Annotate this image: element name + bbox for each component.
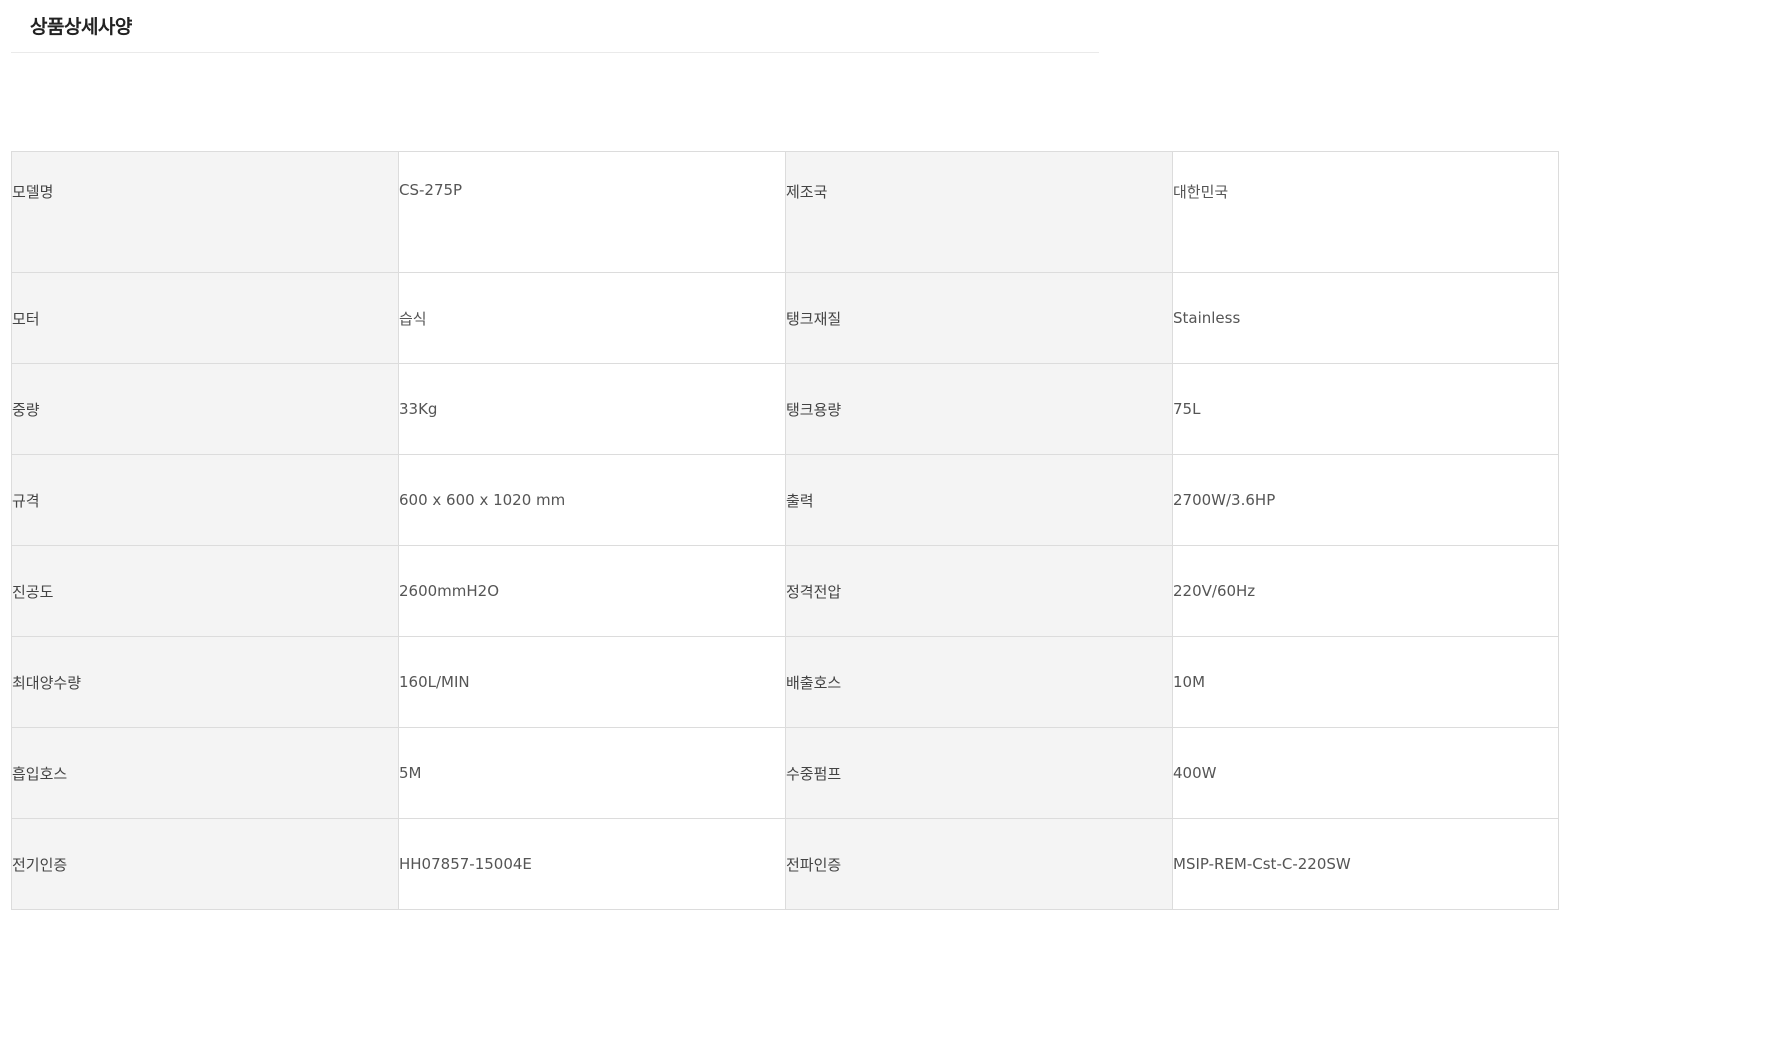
spec-value: 33Kg xyxy=(398,363,786,455)
table-row: 진공도 2600mmH2O 정격전압 220V/60Hz xyxy=(11,545,1559,637)
table-row: 모터 습식 탱크재질 Stainless xyxy=(11,272,1559,364)
spec-label: 중량 xyxy=(11,363,399,455)
section-title: 상품상세사양 xyxy=(30,16,132,38)
spec-label: 정격전압 xyxy=(785,545,1173,637)
table-row: 모델명 CS-275P 제조국 대한민국 xyxy=(11,151,1559,273)
spec-table: 모델명 CS-275P 제조국 대한민국 모터 습식 탱크재질 Stainles… xyxy=(11,151,1559,910)
table-row: 규격 600 x 600 x 1020 mm 출력 2700W/3.6HP xyxy=(11,454,1559,546)
spec-value: 2600mmH2O xyxy=(398,545,786,637)
spec-value: 2700W/3.6HP xyxy=(1172,454,1559,546)
spec-value: Stainless xyxy=(1172,272,1559,364)
spec-label: 모터 xyxy=(11,272,399,364)
spec-label: 탱크용량 xyxy=(785,363,1173,455)
spec-value: 220V/60Hz xyxy=(1172,545,1559,637)
section-header: 상품상세사양 xyxy=(11,0,1099,53)
spec-value: 600 x 600 x 1020 mm xyxy=(398,454,786,546)
spec-value: 5M xyxy=(398,727,786,819)
spec-value: 75L xyxy=(1172,363,1559,455)
spec-label: 제조국 xyxy=(785,151,1173,273)
spec-value: CS-275P xyxy=(398,151,786,273)
spec-value: 10M xyxy=(1172,636,1559,728)
spec-label: 수중펌프 xyxy=(785,727,1173,819)
spec-label: 규격 xyxy=(11,454,399,546)
spec-label: 모델명 xyxy=(11,151,399,273)
spec-value: 습식 xyxy=(398,272,786,364)
spec-label: 탱크재질 xyxy=(785,272,1173,364)
spec-value: 400W xyxy=(1172,727,1559,819)
table-row: 흡입호스 5M 수중펌프 400W xyxy=(11,727,1559,819)
table-row: 중량 33Kg 탱크용량 75L xyxy=(11,363,1559,455)
spec-value: 160L/MIN xyxy=(398,636,786,728)
table-row: 전기인증 HH07857-15004E 전파인증 MSIP-REM-Cst-C-… xyxy=(11,818,1559,910)
spec-label: 배출호스 xyxy=(785,636,1173,728)
spec-label: 최대양수량 xyxy=(11,636,399,728)
spec-label: 진공도 xyxy=(11,545,399,637)
spec-label: 전기인증 xyxy=(11,818,399,910)
spec-value: MSIP-REM-Cst-C-220SW xyxy=(1172,818,1559,910)
spec-value: HH07857-15004E xyxy=(398,818,786,910)
spec-label: 출력 xyxy=(785,454,1173,546)
spec-label: 전파인증 xyxy=(785,818,1173,910)
table-row: 최대양수량 160L/MIN 배출호스 10M xyxy=(11,636,1559,728)
spec-label: 흡입호스 xyxy=(11,727,399,819)
spec-value: 대한민국 xyxy=(1172,151,1559,273)
